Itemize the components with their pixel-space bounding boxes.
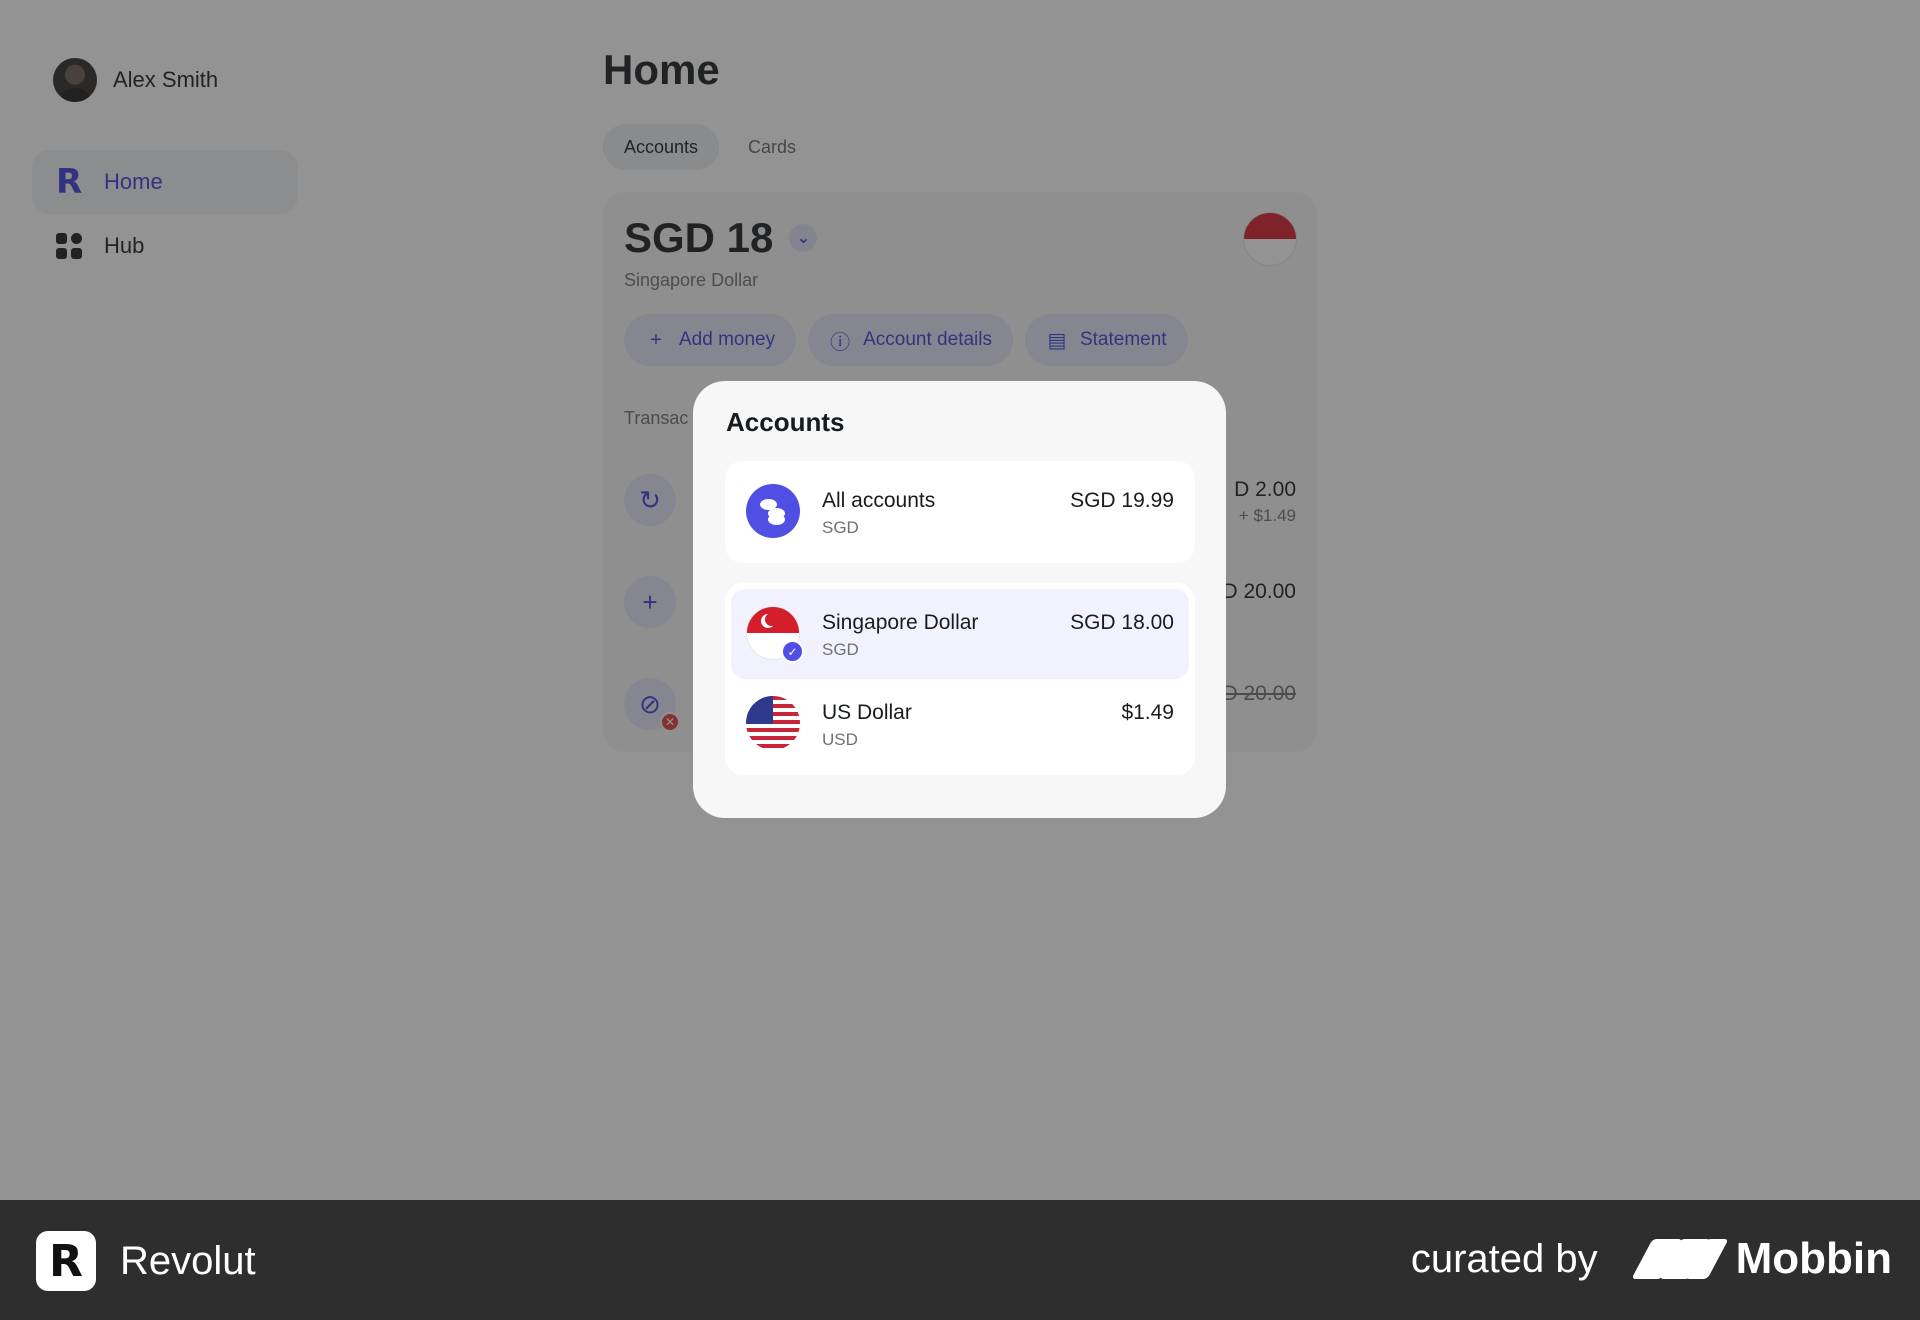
- mobbin-mark-icon: [1630, 1239, 1729, 1279]
- modal-title: Accounts: [726, 407, 845, 437]
- mobbin-logo: Mobbin: [1630, 1234, 1892, 1284]
- account-name: US Dollar: [822, 701, 912, 724]
- curated-by-label: curated by: [1410, 1236, 1598, 1281]
- us-flag-icon: [746, 696, 800, 750]
- account-amount: SGD 19.99: [1070, 489, 1174, 512]
- account-row-usd[interactable]: US Dollar USD $1.49: [731, 679, 1189, 769]
- account-row-all[interactable]: All accounts SGD SGD 19.99: [731, 467, 1189, 557]
- footer-banner: R Revolut curated by Mobbin: [0, 1200, 1920, 1320]
- account-name: Singapore Dollar: [822, 611, 979, 634]
- account-currency-code: SGD: [822, 640, 859, 659]
- account-amount: $1.49: [1121, 701, 1174, 724]
- curator-name: Mobbin: [1735, 1234, 1892, 1283]
- revolut-logo-icon: R: [36, 1231, 96, 1291]
- brand: R Revolut: [36, 1231, 256, 1291]
- accounts-list: ✓ Singapore Dollar SGD SGD 18.00 US Doll…: [725, 583, 1195, 775]
- account-row-sgd[interactable]: ✓ Singapore Dollar SGD SGD 18.00: [731, 589, 1189, 679]
- all-accounts-group: All accounts SGD SGD 19.99: [725, 461, 1195, 563]
- accounts-modal: Accounts All accounts SGD SGD 19.99 ✓ Si…: [693, 381, 1226, 818]
- account-currency-code: SGD: [822, 518, 859, 537]
- account-name: All accounts: [822, 489, 936, 512]
- check-icon: ✓: [781, 640, 804, 663]
- coins-icon: [746, 484, 800, 538]
- account-currency-code: USD: [822, 730, 858, 749]
- account-amount: SGD 18.00: [1070, 611, 1174, 634]
- brand-name: Revolut: [120, 1238, 256, 1283]
- curated-by: curated by Mobbin: [1411, 1234, 1892, 1284]
